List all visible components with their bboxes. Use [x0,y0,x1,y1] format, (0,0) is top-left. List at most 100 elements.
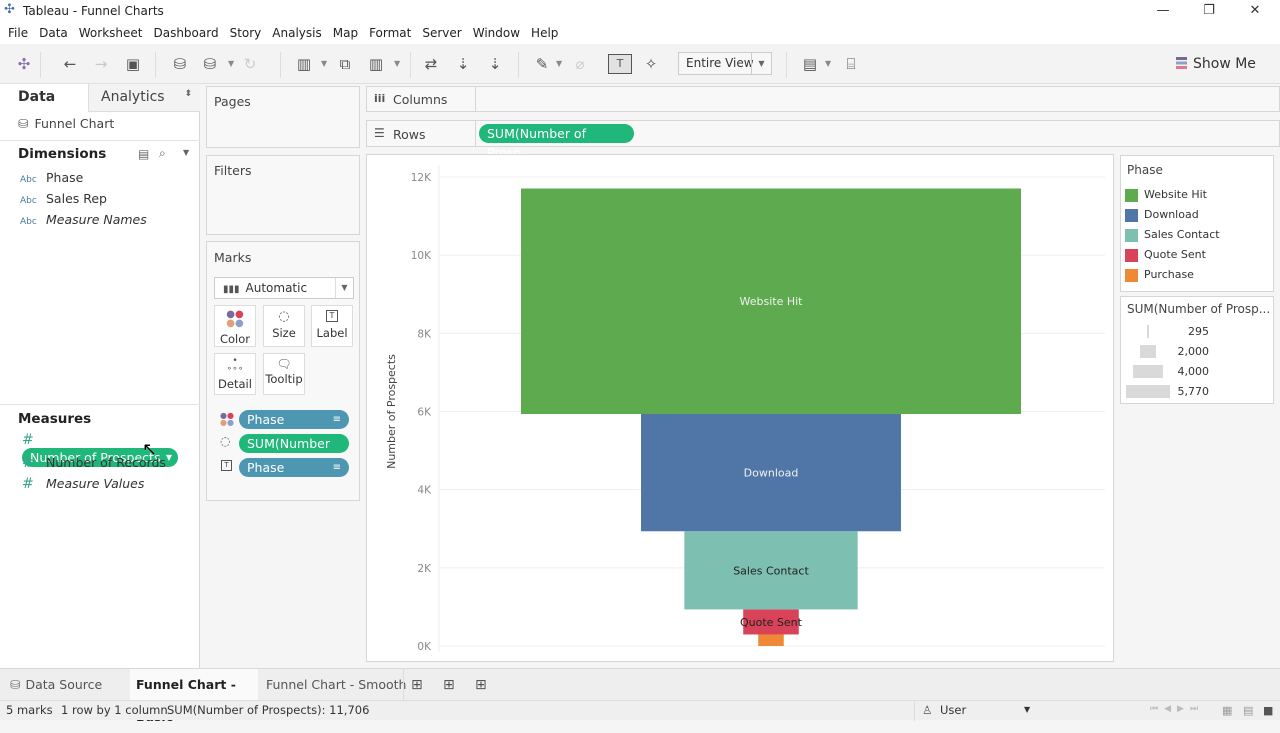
new-worksheet-icon[interactable]: ⊞ [405,669,429,701]
menu-analysis[interactable]: Analysis [272,22,321,44]
color-legend-item[interactable]: Download [1125,208,1199,222]
tab-data[interactable]: Data [0,84,88,112]
marks-title: Marks [214,250,252,265]
save-icon[interactable]: ▣ [123,54,143,74]
menu-dashboard[interactable]: Dashboard [153,22,218,44]
y-tick-label: 4K [417,485,432,497]
duplicate-sheet-icon[interactable]: ⧉ [335,54,355,74]
show-mark-labels-icon[interactable]: T [608,54,632,74]
chevron-down-icon[interactable]: ▼ [183,148,189,157]
user-label: User [940,703,967,717]
chart-view: 0K 2K 4K 6K 8K 10K 12K Number of Prospects Quote… [366,154,1114,662]
pause-updates-icon[interactable]: ⛁ [200,54,220,74]
tab-analytics[interactable]: Analytics ⬍ [88,84,200,112]
sort-descending-icon[interactable]: ⇣ [485,54,505,74]
sort-icon: ≡ [332,462,341,473]
menu-window[interactable]: Window [473,22,520,44]
menu-map[interactable]: Map [333,22,358,44]
chevron-down-icon[interactable]: ▼ [335,278,353,298]
pause-updates-caret-icon[interactable]: ▼ [228,54,234,74]
color-legend-item[interactable]: Purchase [1125,268,1194,282]
chevron-down-icon[interactable]: ▼ [751,53,771,74]
show-filmstrip-icon[interactable]: ▤ [1243,704,1253,717]
new-data-source-icon[interactable]: ⛁ [170,54,190,74]
new-worksheet-icon[interactable]: ▥ [294,54,314,74]
view-list-icon[interactable]: ▤ [138,147,149,161]
restore-button[interactable]: ❐ [1186,0,1232,22]
columns-icon: iii [374,92,386,105]
clear-sheet-caret-icon[interactable]: ▼ [394,54,400,74]
fix-axes-icon[interactable]: ✧ [641,54,661,74]
search-icon[interactable]: ⌕ [159,146,166,161]
menu-worksheet[interactable]: Worksheet [79,22,143,44]
tab-data-source[interactable]: ⛁ Data Source [4,669,108,701]
rows-title: Rows [393,127,426,142]
minimize-button[interactable]: — [1140,0,1186,22]
tab-sheet-active[interactable]: Funnel Chart - Basic [130,669,258,724]
size-swatch [1140,345,1156,358]
filters-shelf[interactable]: Filters [206,155,360,235]
menu-format[interactable]: Format [369,22,411,44]
chevron-down-icon[interactable]: ▼ [1024,705,1030,714]
clear-sheet-icon[interactable]: ▥ [366,54,386,74]
show-cards-caret-icon[interactable]: ▼ [825,54,831,74]
swap-rows-columns-icon[interactable]: ⇄ [421,54,441,74]
menu-help[interactable]: Help [531,22,558,44]
size-legend-item: 295 [1125,325,1265,339]
color-legend-item[interactable]: Quote Sent [1125,248,1206,262]
mark-type-dropdown[interactable]: ▮▮▮ Automatic ▼ [214,277,354,299]
title-bar: ✣ Tableau - Funnel Charts — ❐ ✕ [0,0,1280,22]
size-button[interactable]: ◌ Size [263,305,305,347]
chevron-down-icon[interactable]: ▼ [166,448,172,467]
color-button[interactable]: ●● ●● Color [214,305,256,347]
new-dashboard-icon[interactable]: ⊞ [437,669,461,701]
presentation-mode-icon[interactable]: ⌸ [841,54,861,74]
menu-file[interactable]: File [8,22,28,44]
highlight-caret-icon[interactable]: ▼ [556,54,562,74]
label-phase-pill[interactable]: Phase ≡ [239,458,349,477]
show-me-button[interactable]: Show Me [1176,54,1256,74]
pages-shelf[interactable]: Pages [206,86,360,148]
color-phase-pill[interactable]: Phase ≡ [239,410,349,429]
menu-story[interactable]: Story [230,22,262,44]
group-members-icon[interactable]: ⌀ [570,54,590,74]
columns-shelf[interactable]: iii Columns [366,86,1280,112]
rows-measure-pill[interactable]: SUM(Number of Prosp.. [479,124,634,160]
tableau-home-icon[interactable]: ✣ [14,54,34,74]
color-legend-item[interactable]: Website Hit [1125,188,1207,202]
close-button[interactable]: ✕ [1232,0,1278,22]
refresh-icon[interactable]: ↻ [240,54,260,74]
measure-field[interactable]: # Measure Values [22,476,144,492]
color-swatch [1125,208,1138,222]
rows-shelf[interactable]: ☰ Rows SUM(Number of Prosp.. [366,120,1280,160]
show-cards-icon[interactable]: ▤ [800,54,820,74]
show-sheet-sorter-icon[interactable]: ▦ [1222,704,1232,717]
datasource-item[interactable]: ⛁ Funnel Chart [18,116,114,131]
sheet-navigation-icons[interactable]: ⏮◀▶⏭ [1150,704,1204,714]
undo-icon[interactable]: ← [60,54,80,74]
dimension-field[interactable]: Abc Measure Names [20,212,147,227]
detail-button[interactable]: • ∘∘∘ Detail [214,353,256,395]
detail-icon: • ∘∘∘ [226,356,244,374]
tab-sheet[interactable]: Funnel Chart - Smooth [260,669,412,701]
data-pane: Data Analytics ⬍ ⛁ Funnel Chart Dimension… [0,84,200,668]
number-type-icon: # [22,476,34,492]
dimension-field[interactable]: Abc Sales Rep [20,191,107,206]
menu-server[interactable]: Server [422,22,461,44]
tooltip-button[interactable]: 🗨 Tooltip [263,353,305,395]
label-button[interactable]: T Label [311,305,353,347]
sort-ascending-icon[interactable]: ⇣ [453,54,473,74]
new-story-icon[interactable]: ⊞ [469,669,493,701]
window-title: Tableau - Funnel Charts [23,4,164,18]
menu-data[interactable]: Data [39,22,68,44]
color-legend-item[interactable]: Sales Contact [1125,228,1220,242]
divider [475,121,476,146]
new-worksheet-caret-icon[interactable]: ▼ [321,54,327,74]
user-dropdown[interactable]: ♙ User ▼ [920,701,1040,721]
show-tabs-icon[interactable]: ■ [1263,704,1273,717]
dimension-field[interactable]: Abc Phase [20,170,83,185]
redo-icon[interactable]: → [91,54,111,74]
highlight-icon[interactable]: ✎ [532,54,552,74]
fit-dropdown[interactable]: Entire View ▼ [678,52,772,75]
size-measure-pill[interactable]: SUM(Number .. [239,434,349,470]
